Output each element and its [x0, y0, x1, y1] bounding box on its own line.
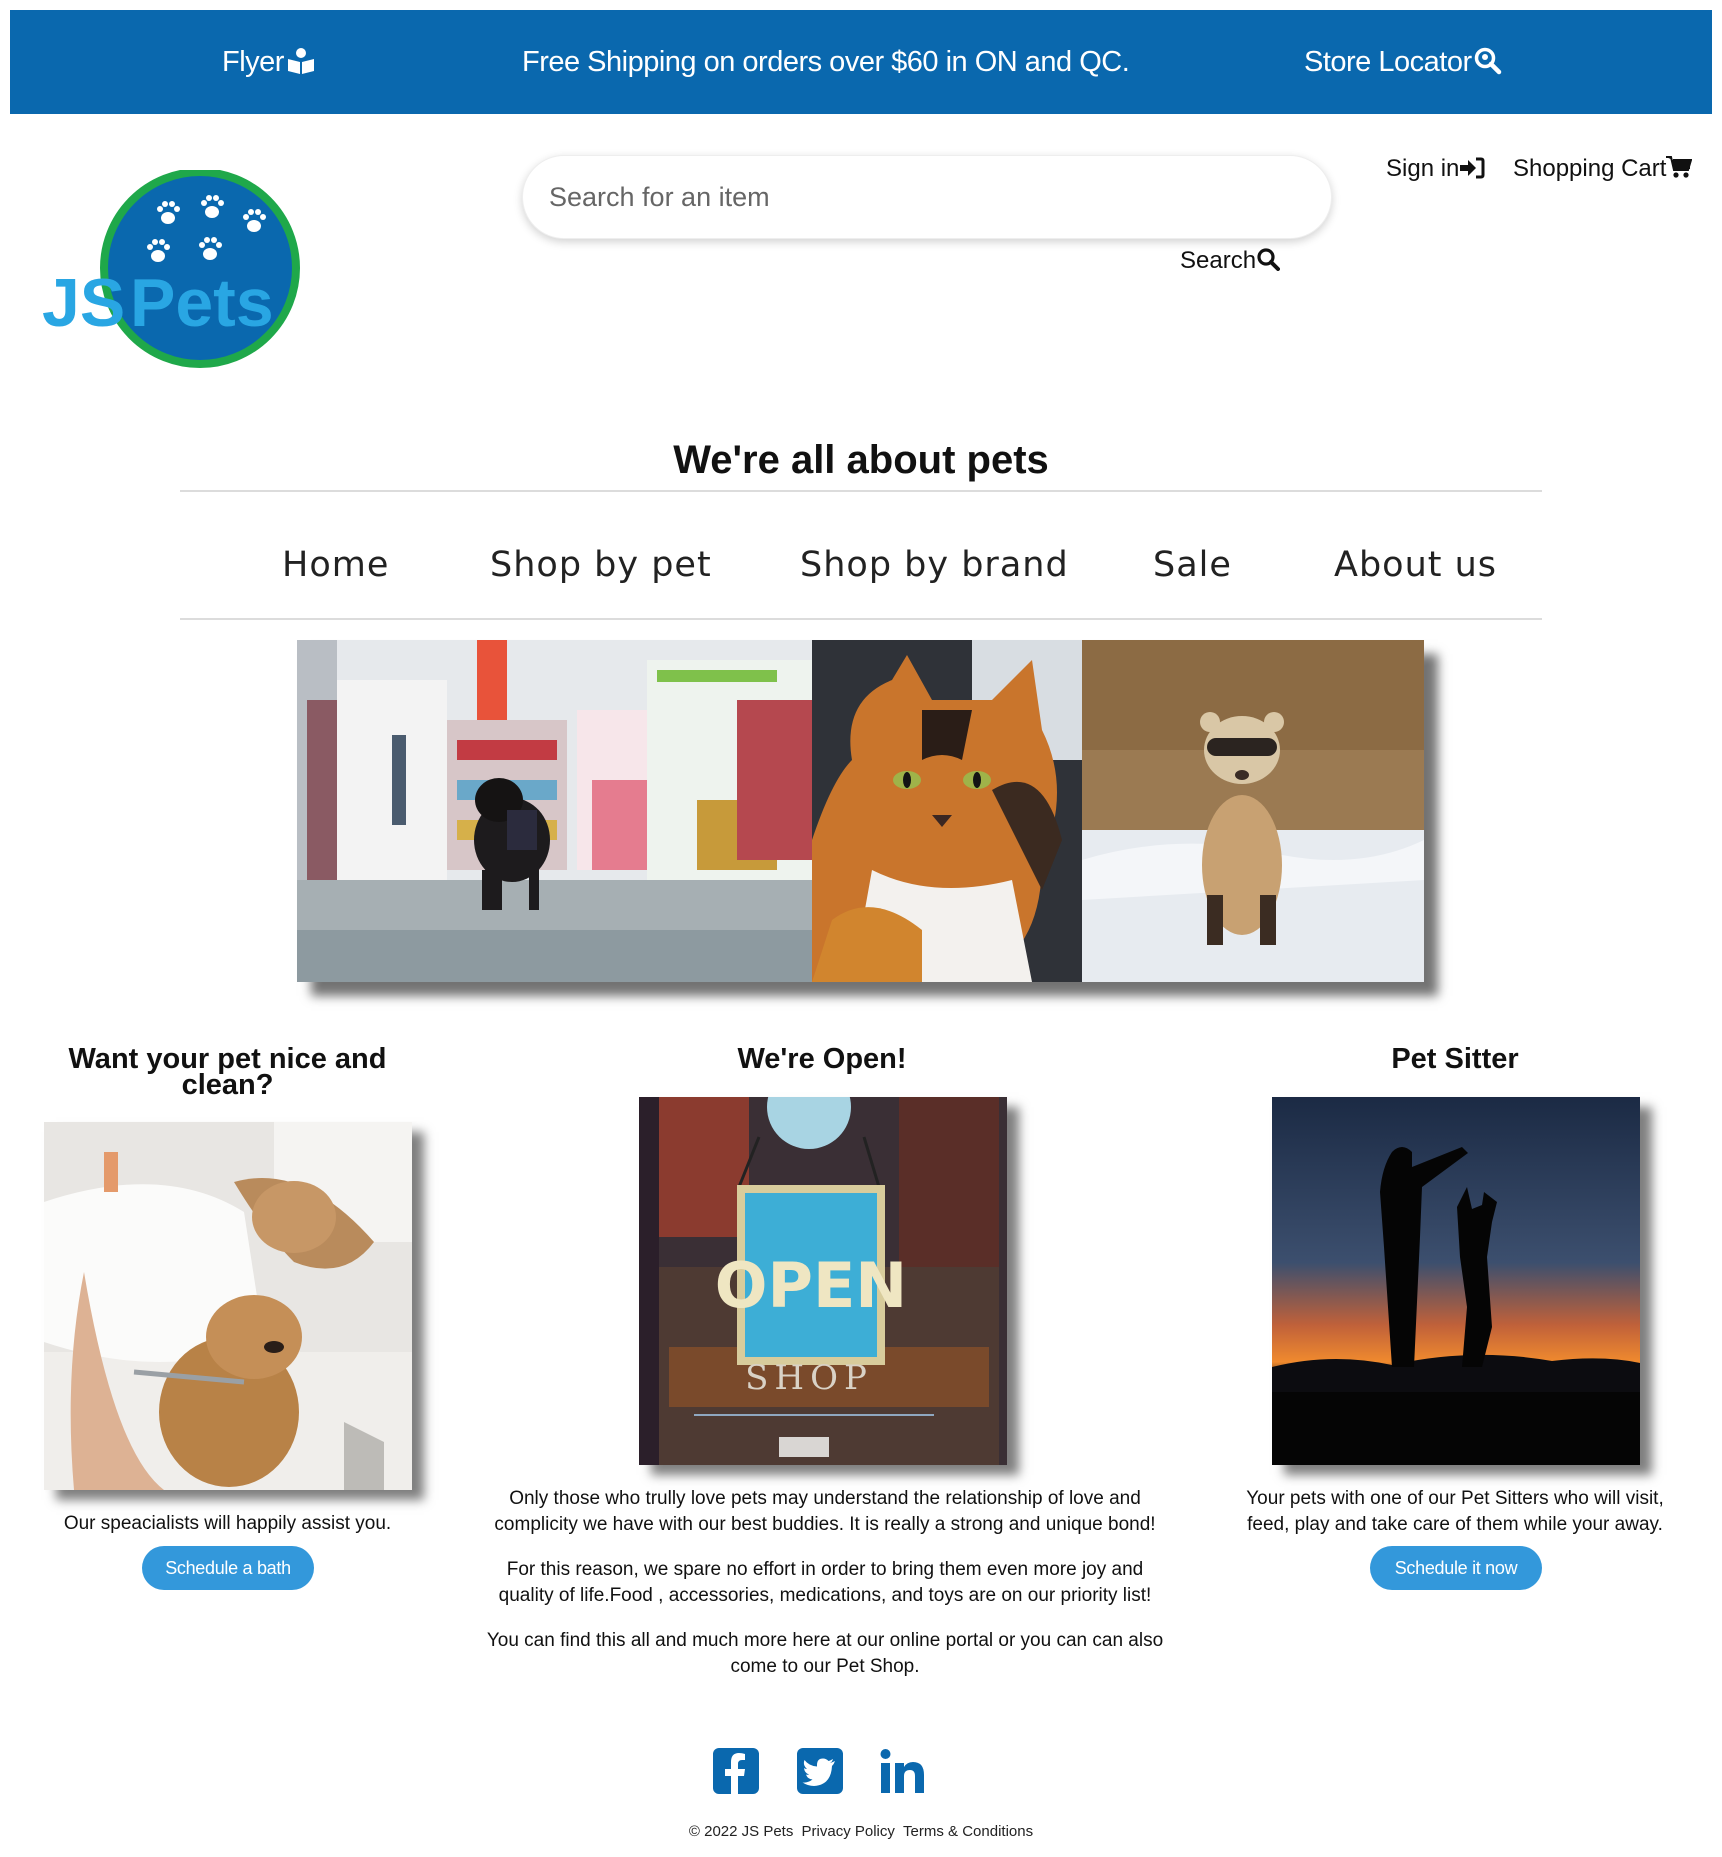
schedule-bath-button[interactable]: Schedule a bath	[142, 1546, 314, 1590]
open-p2-line2: quality of life.Food , accessories, medi…	[498, 1585, 1152, 1606]
privacy-policy-link[interactable]: Privacy Policy	[802, 1823, 895, 1840]
schedule-sitter-button[interactable]: Schedule it now	[1370, 1546, 1542, 1590]
book-reader-icon	[287, 48, 314, 74]
open-sign-image: OPEN SHOP	[639, 1097, 1007, 1465]
top-banner: Flyer Free Shipping on orders over $60 i…	[10, 10, 1712, 114]
nav-shop-by-brand[interactable]: Shop by brand	[800, 545, 1069, 585]
nav-sale[interactable]: Sale	[1153, 545, 1232, 585]
open-p2-line1: For this reason, we spare no effort in o…	[506, 1559, 1144, 1580]
search-button-label: Search	[1180, 247, 1257, 274]
search-button[interactable]: Search	[1180, 247, 1281, 275]
search-icon	[1257, 248, 1281, 271]
logo-text-pets: Pets	[130, 265, 274, 341]
search-box	[522, 155, 1332, 239]
hero-image-ferret	[1082, 640, 1424, 982]
page-tagline: We're all about pets	[673, 438, 1049, 482]
store-locator-link[interactable]: Store Locator	[1304, 10, 1502, 114]
open-paragraph-2: For this reason, we spare no effort in o…	[440, 1557, 1210, 1609]
sunset-silhouette-photo	[1272, 1097, 1640, 1465]
open-sign-photo: OPEN SHOP	[639, 1097, 1007, 1465]
flyer-link[interactable]: Flyer	[222, 10, 316, 114]
store-locator-label: Store Locator	[1304, 46, 1472, 78]
sign-in-label: Sign in	[1386, 155, 1460, 182]
copyright-text: © 2022 JS Pets	[688, 1823, 794, 1840]
terms-conditions-link[interactable]: Terms & Conditions	[903, 1823, 1033, 1840]
nav-about-us[interactable]: About us	[1334, 545, 1497, 585]
nav-shop-by-pet[interactable]: Shop by pet	[490, 545, 712, 585]
pet-sitter-image	[1272, 1097, 1640, 1465]
pet-sitter-text: Your pets with one of our Pet Sitters wh…	[1225, 1486, 1685, 1538]
sign-in-icon	[1460, 157, 1485, 179]
shopping-cart-link[interactable]: Shopping Cart	[1513, 155, 1693, 183]
bath-image	[44, 1122, 412, 1490]
hero-image-calico-cat	[812, 640, 1082, 982]
shipping-notice: Free Shipping on orders over $60 in ON a…	[522, 46, 1130, 78]
open-paragraph-3: You can find this all and much more here…	[440, 1628, 1210, 1680]
shopping-cart-label: Shopping Cart	[1513, 155, 1667, 182]
open-p3-line2: come to our Pet Shop.	[730, 1656, 920, 1677]
pet-sitter-title: Pet Sitter	[1391, 1043, 1519, 1075]
bath-text: Our speacialists will happily assist you…	[63, 1513, 392, 1534]
divider-top	[180, 490, 1542, 492]
flyer-label: Flyer	[222, 46, 284, 78]
open-p1-line2: complicity we have with our best buddies…	[494, 1514, 1156, 1535]
sign-in-link[interactable]: Sign in	[1386, 155, 1485, 183]
pet-sitter-text-line2: feed, play and take care of them while y…	[1247, 1514, 1663, 1535]
divider-bottom	[180, 618, 1542, 620]
search-input[interactable]	[523, 156, 1331, 238]
sign-shop-text: SHOP	[745, 1358, 873, 1398]
open-title: We're Open!	[737, 1043, 907, 1075]
logo-text-js: JS	[42, 265, 125, 341]
logo-graphic: JS Pets	[42, 168, 300, 368]
nav-home[interactable]: Home	[282, 545, 389, 585]
facebook-icon[interactable]	[711, 1746, 761, 1796]
open-paragraph-1: Only those who trully love pets may unde…	[440, 1486, 1210, 1538]
js-pets-logo[interactable]: JS Pets	[40, 168, 310, 370]
footer: © 2022 JS Pets Privacy Policy Terms & Co…	[0, 1823, 1722, 1840]
bath-title: Want your pet nice and clean?	[20, 1045, 435, 1101]
shopping-cart-icon	[1666, 156, 1693, 178]
sign-open-text: OPEN	[715, 1249, 907, 1322]
twitter-icon[interactable]	[795, 1746, 845, 1796]
open-p1-line1: Only those who trully love pets may unde…	[509, 1488, 1141, 1509]
search-location-icon	[1474, 47, 1501, 75]
dog-bath-photo	[44, 1122, 412, 1490]
bath-title-line2: clean?	[181, 1069, 274, 1101]
pet-sitter-text-line1: Your pets with one of our Pet Sitters wh…	[1246, 1488, 1664, 1509]
linkedin-icon[interactable]	[878, 1746, 928, 1796]
hero-image-dog-in-store	[297, 640, 812, 982]
hero-collage	[297, 640, 1424, 982]
open-p3-line1: You can find this all and much more here…	[486, 1630, 1164, 1651]
